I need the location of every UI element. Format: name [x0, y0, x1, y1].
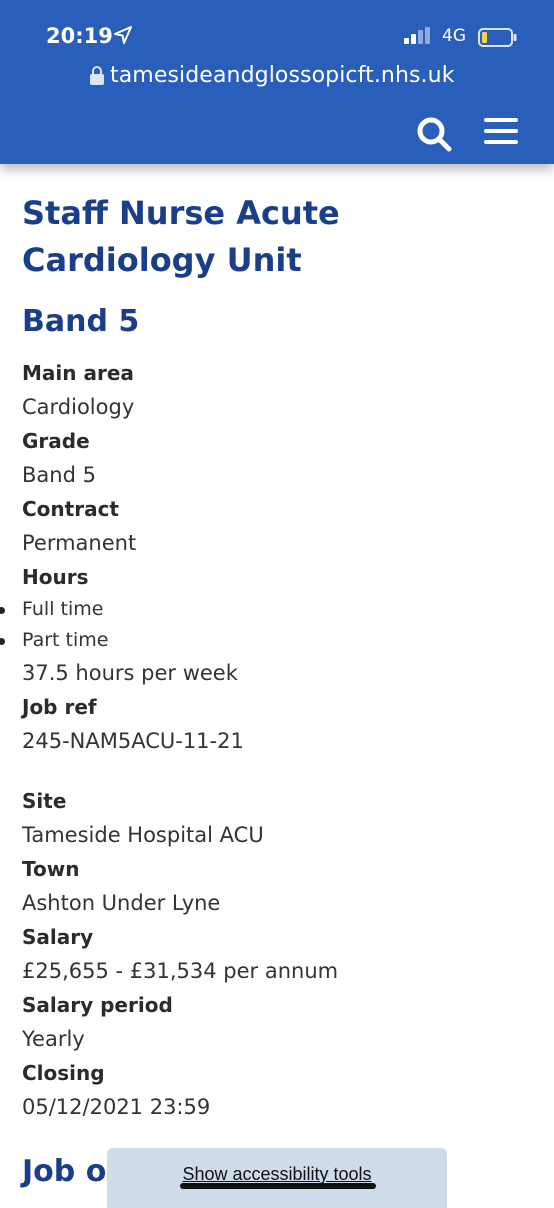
salary-period-value: Yearly	[22, 1027, 85, 1051]
address-bar[interactable]: tamesideandglossopicft.nhs.uk	[90, 60, 510, 90]
menu-bar	[484, 129, 518, 133]
salary-label: Salary	[22, 925, 94, 949]
job-ref-value: 245-NAM5ACU-11-21	[22, 729, 244, 753]
signal-icon	[404, 27, 430, 44]
site-label: Site	[22, 789, 67, 813]
main-area-label: Main area	[22, 361, 134, 385]
status-bar: 20:19 4G	[0, 0, 554, 58]
job-ref-label: Job ref	[22, 695, 97, 719]
job-title: Staff Nurse Acute Cardiology Unit	[22, 194, 340, 279]
hours-option: Part time	[0, 625, 534, 656]
hours-list: Full time Part time	[0, 594, 534, 656]
network-type: 4G	[442, 26, 466, 46]
hours-option: Full time	[0, 594, 534, 625]
closing-value: 05/12/2021 23:59	[22, 1095, 211, 1119]
hours-per-week: 37.5 hours per week	[22, 661, 238, 685]
search-icon[interactable]	[414, 114, 454, 154]
hours-label: Hours	[22, 565, 89, 589]
accessibility-toolbar: Show accessibility tools	[107, 1148, 447, 1208]
status-time: 20:19	[46, 24, 113, 48]
main-area-value: Cardiology	[22, 395, 135, 419]
lock-icon	[90, 66, 104, 85]
contract-label: Contract	[22, 497, 119, 521]
salary-period-label: Salary period	[22, 993, 173, 1017]
menu-bar	[484, 140, 518, 144]
job-details: Staff Nurse Acute Cardiology Unit Band 5…	[0, 190, 534, 1124]
band-heading: Band 5	[22, 304, 140, 339]
job-overview-heading: Job o	[22, 1154, 107, 1189]
contract-value: Permanent	[22, 531, 137, 555]
closing-label: Closing	[22, 1061, 105, 1085]
battery-icon	[478, 28, 517, 47]
grade-value: Band 5	[22, 463, 96, 487]
town-label: Town	[22, 857, 80, 881]
grade-label: Grade	[22, 429, 90, 453]
site-header: 20:19 4G tamesideandglossopicft.nhs.uk	[0, 0, 554, 164]
location-arrow-icon	[114, 26, 132, 44]
salary-value: £25,655 - £31,534 per annum	[22, 959, 339, 983]
site-value: Tameside Hospital ACU	[22, 823, 264, 847]
page-url: tamesideandglossopicft.nhs.uk	[110, 62, 455, 88]
menu-icon[interactable]	[484, 118, 518, 150]
town-value: Ashton Under Lyne	[22, 891, 221, 915]
menu-bar	[484, 118, 518, 122]
job-fields: Main area Cardiology Grade Band 5 Contra…	[0, 356, 534, 1124]
home-indicator[interactable]	[180, 1183, 376, 1189]
